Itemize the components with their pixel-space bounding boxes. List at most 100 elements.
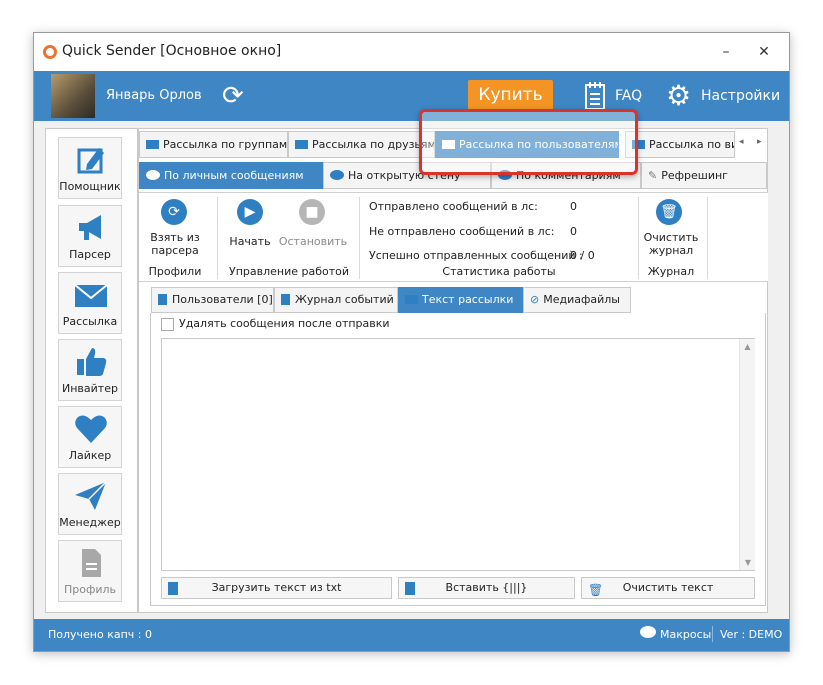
- subtab-users[interactable]: Пользователи [0]: [151, 287, 274, 313]
- document-icon: [82, 549, 101, 577]
- pencil-icon: ✎: [648, 169, 658, 182]
- subtab-message-text[interactable]: Текст рассылки: [398, 287, 523, 313]
- sidebar-item-label: Рассылка: [62, 315, 118, 328]
- sidebar-item-label: Инвайтер: [62, 382, 118, 395]
- start-button[interactable]: Начать: [221, 235, 279, 248]
- separator: [217, 197, 218, 279]
- envelope-icon: [146, 140, 159, 149]
- button-label: Загрузить текст из txt: [211, 581, 342, 594]
- group-label-stats: Статистика работы: [442, 265, 556, 278]
- stat-sent-label: Отправлено сообщений в лс:: [369, 200, 538, 213]
- avatar[interactable]: [51, 74, 95, 118]
- sidebar-item-parser[interactable]: Парсер: [58, 205, 122, 267]
- document-icon: [158, 294, 167, 305]
- delete-after-send-checkbox[interactable]: [161, 318, 174, 331]
- button-label: Очистить текст: [622, 581, 714, 594]
- buy-button[interactable]: Купить: [468, 80, 553, 111]
- faq-notepad-icon[interactable]: [584, 81, 606, 111]
- envelope-icon: [405, 295, 418, 304]
- separator: [359, 197, 360, 279]
- minimize-button[interactable]: –: [712, 41, 740, 63]
- stop-icon[interactable]: ■: [299, 199, 325, 225]
- tab-label: Медиафайлы: [543, 293, 620, 306]
- username: Январь Орлов: [106, 88, 202, 103]
- chat-bubble-icon: [640, 626, 656, 638]
- tab-video-mailing[interactable]: Рассылка по вид: [625, 131, 735, 158]
- tab-label: Рефрешинг: [661, 169, 728, 182]
- take-from-parser-button[interactable]: Взять из парсера: [145, 231, 205, 257]
- heart-icon: [75, 415, 107, 443]
- group-label-profiles: Профили: [148, 265, 202, 278]
- document-icon: [405, 582, 415, 595]
- separator: [712, 626, 713, 642]
- captcha-value: 0: [145, 628, 152, 641]
- sidebar-item-mailing[interactable]: Рассылка: [58, 272, 122, 334]
- message-textarea[interactable]: [161, 338, 755, 571]
- title-bar: Quick Sender [Основное окно] – ✕: [34, 33, 789, 71]
- main-panel: Рассылка по группам Рассылка по друзьям …: [138, 128, 768, 613]
- stat-not-sent-label: Не отправлено сообщений в лс:: [369, 225, 555, 238]
- textarea-scrollbar[interactable]: ▲ ▼: [739, 339, 755, 570]
- sidebar-item-label: Парсер: [69, 248, 111, 261]
- main-window: Quick Sender [Основное окно] – ✕ Январь …: [33, 32, 790, 652]
- take-from-parser-icon[interactable]: ⟳: [161, 199, 187, 225]
- load-txt-button[interactable]: Загрузить текст из txt: [161, 577, 392, 599]
- status-bar: Получено капч : 0 Макросы Ver : DEMO: [34, 619, 789, 651]
- switch-account-icon[interactable]: ⟳: [222, 83, 252, 111]
- tabs-scroll-left-icon[interactable]: ◂: [739, 137, 744, 147]
- trash-icon[interactable]: 🗑: [656, 199, 682, 225]
- paper-plane-icon: [75, 481, 107, 510]
- megaphone-icon: [79, 215, 101, 240]
- sidebar-item-label: Менеджер: [59, 516, 121, 529]
- sidebar-item-assistant[interactable]: Помощник: [58, 137, 122, 199]
- stat-sent-value: 0: [570, 200, 577, 213]
- sidebar-item-liker[interactable]: Лайкер: [58, 406, 122, 468]
- play-icon[interactable]: ▶: [237, 199, 263, 225]
- paperclip-icon: ⊘: [530, 293, 540, 306]
- tab-refreshing[interactable]: ✎ Рефрешинг: [641, 162, 767, 189]
- captcha-label: Получено капч :: [48, 628, 142, 641]
- group-label-work-control: Управление работой: [228, 265, 350, 278]
- clear-journal-button[interactable]: Очистить журнал: [639, 231, 703, 257]
- document-icon: [168, 582, 178, 595]
- pencil-icon: [77, 148, 104, 174]
- sidebar-item-manager[interactable]: Менеджер: [58, 473, 122, 535]
- stat-success-value: 0 / 0: [570, 249, 595, 262]
- header-bar: Январь Орлов ⟳ Купить FAQ ⚙ Настройки: [34, 71, 789, 121]
- tab-private-messages[interactable]: По личным сообщениям: [139, 162, 323, 189]
- scroll-down-icon[interactable]: ▼: [740, 558, 756, 567]
- tab-friends-mailing[interactable]: Рассылка по друзьям: [288, 131, 435, 158]
- tabs-scroll-right-icon[interactable]: ▸: [757, 137, 762, 147]
- insert-button[interactable]: Вставить {|||}: [398, 577, 575, 599]
- envelope-icon: [74, 284, 108, 307]
- delete-after-send-label: Удалять сообщения после отправки: [179, 317, 390, 330]
- close-button[interactable]: ✕: [750, 41, 778, 63]
- tab-label: Пользователи [0]: [172, 293, 273, 306]
- tab-label: Рассылка по друзьям: [312, 138, 435, 151]
- tab-label: Рассылка по группам: [163, 138, 288, 151]
- sidebar-item-label: Помощник: [59, 180, 121, 193]
- subtab-event-log[interactable]: Журнал событий: [274, 287, 398, 313]
- stop-button[interactable]: Остановить: [277, 235, 349, 248]
- clear-text-button[interactable]: 🗑 Очистить текст: [581, 577, 755, 599]
- thumbs-up-icon: [77, 348, 107, 376]
- faq-link[interactable]: FAQ: [615, 88, 642, 104]
- sidebar-item-inviter[interactable]: Инвайтер: [58, 339, 122, 401]
- tab-group-mailing[interactable]: Рассылка по группам: [139, 131, 288, 158]
- separator: [707, 197, 708, 279]
- tab-label: Журнал событий: [295, 293, 394, 306]
- app-logo-icon: [43, 45, 57, 59]
- sidebar-item-profile[interactable]: Профиль: [58, 540, 122, 602]
- settings-link[interactable]: Настройки: [701, 88, 780, 104]
- envelope-icon: [295, 140, 308, 149]
- stat-not-sent-value: 0: [570, 225, 577, 238]
- tab-label: Рассылка по вид: [649, 138, 734, 151]
- message-text-panel: Удалять сообщения после отправки ▲ ▼ Заг…: [150, 313, 766, 606]
- gear-icon[interactable]: ⚙: [666, 82, 696, 112]
- button-label: Вставить {|||}: [445, 581, 528, 594]
- document-icon: [281, 294, 290, 305]
- sidebar-item-label: Лайкер: [68, 449, 112, 462]
- subtab-media[interactable]: ⊘ Медиафайлы: [523, 287, 631, 313]
- macros-link[interactable]: Макросы: [660, 628, 711, 641]
- scroll-up-icon[interactable]: ▲: [740, 342, 755, 351]
